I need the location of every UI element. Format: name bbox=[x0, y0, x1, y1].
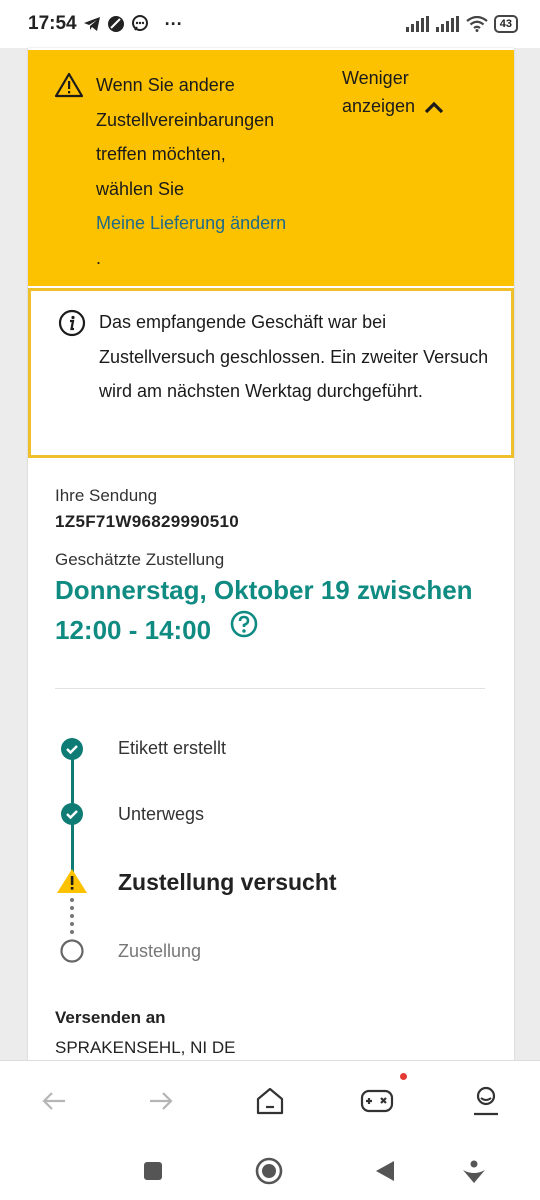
ship-to-value: SPRAKENSEHL, NI DE bbox=[55, 1038, 236, 1057]
delivery-alert: Wenn Sie andere Zustellvereinbarungen tr… bbox=[28, 50, 514, 286]
forward-button[interactable] bbox=[141, 1081, 181, 1121]
check-circle-icon bbox=[61, 738, 83, 760]
help-icon[interactable] bbox=[230, 610, 258, 638]
step-label-created: Etikett erstellt bbox=[118, 738, 227, 758]
assistant-button[interactable] bbox=[457, 1154, 491, 1188]
more-notifications-icon: ··· bbox=[164, 13, 183, 34]
system-back-button[interactable] bbox=[368, 1154, 402, 1188]
alert-line: treffen möchten, bbox=[96, 144, 226, 164]
system-navigation-bar bbox=[0, 1140, 540, 1200]
tracking-number: 1Z5F71W96829990510 bbox=[55, 512, 240, 531]
assistant-icon bbox=[463, 1160, 485, 1183]
notification-dot bbox=[400, 1073, 407, 1080]
step-label-delivered: Zustellung bbox=[118, 941, 202, 961]
estimated-delivery-line2: 12:00 - 14:00 bbox=[55, 615, 212, 645]
estimated-delivery-label: Geschätzte Zustellung bbox=[55, 550, 225, 569]
wifi-icon bbox=[466, 16, 488, 32]
ship-to-label: Versenden an bbox=[55, 1008, 166, 1027]
battery-indicator: 43 bbox=[493, 15, 518, 33]
home-button[interactable] bbox=[250, 1081, 290, 1121]
telegram-icon bbox=[83, 17, 100, 31]
estimated-delivery-date: Donnerstag, Oktober 19 zwischen 12:00 - … bbox=[55, 570, 495, 650]
step-label-attempted: Zustellung versucht bbox=[118, 869, 337, 895]
status-time: 17:54 bbox=[28, 13, 77, 34]
chat-notification-icon bbox=[131, 15, 148, 31]
games-button[interactable] bbox=[357, 1081, 397, 1121]
alert-line: wählen Sie bbox=[96, 178, 185, 199]
show-less-label-2: anzeigen bbox=[342, 96, 416, 116]
profile-icon bbox=[474, 1086, 498, 1116]
signal-icon-2 bbox=[435, 16, 459, 32]
arrow-right-icon bbox=[150, 1092, 173, 1110]
estimated-delivery-line1: Donnerstag, Oktober 19 zwischen bbox=[55, 575, 473, 605]
shipment-label: Ihre Sendung bbox=[55, 486, 158, 505]
browser-toolbar bbox=[0, 1060, 540, 1140]
info-box: Das empfangende Geschäft war bei Zustell… bbox=[28, 288, 514, 458]
alert-period: . bbox=[96, 247, 102, 268]
info-icon bbox=[58, 309, 86, 337]
divider bbox=[55, 688, 485, 689]
step-label-in-transit: Unterwegs bbox=[118, 804, 205, 824]
profile-button[interactable] bbox=[466, 1081, 506, 1121]
alert-text: Wenn Sie andere Zustellvereinbarungen tr… bbox=[96, 68, 326, 275]
triangle-back-icon bbox=[376, 1161, 394, 1181]
warning-triangle-icon bbox=[57, 869, 87, 893]
change-delivery-link[interactable]: Meine Lieferung ändern bbox=[96, 206, 326, 241]
home-icon bbox=[256, 1087, 284, 1115]
pending-dots bbox=[70, 898, 74, 938]
delivery-card: Wenn Sie andere Zustellvereinbarungen tr… bbox=[28, 48, 514, 1060]
status-bar: 17:54 ··· 43 bbox=[0, 0, 540, 48]
recent-apps-button[interactable] bbox=[136, 1154, 170, 1188]
show-less-label-1: Weniger bbox=[342, 68, 409, 88]
alert-line: Wenn Sie andere bbox=[96, 75, 235, 95]
progress-line bbox=[71, 824, 74, 874]
circle-home-icon bbox=[255, 1157, 283, 1185]
back-button[interactable] bbox=[34, 1081, 74, 1121]
arrow-left-icon bbox=[42, 1092, 65, 1110]
warning-icon bbox=[54, 72, 84, 98]
check-circle-icon bbox=[61, 803, 83, 825]
signal-icon bbox=[405, 16, 429, 32]
chevron-up-icon bbox=[424, 101, 444, 114]
system-home-button[interactable] bbox=[252, 1154, 286, 1188]
show-less-button[interactable]: Weniger anzeigen bbox=[342, 64, 502, 120]
info-text: Das empfangende Geschäft war bei Zustell… bbox=[99, 312, 489, 401]
status-left: 17:54 ··· bbox=[28, 13, 183, 35]
gamepad-icon bbox=[360, 1089, 394, 1113]
app-notification-icon bbox=[107, 16, 124, 32]
square-icon bbox=[144, 1162, 162, 1180]
empty-circle-icon bbox=[60, 939, 84, 963]
status-right: 43 bbox=[405, 15, 518, 33]
alert-line: Zustellvereinbarungen bbox=[96, 109, 275, 130]
